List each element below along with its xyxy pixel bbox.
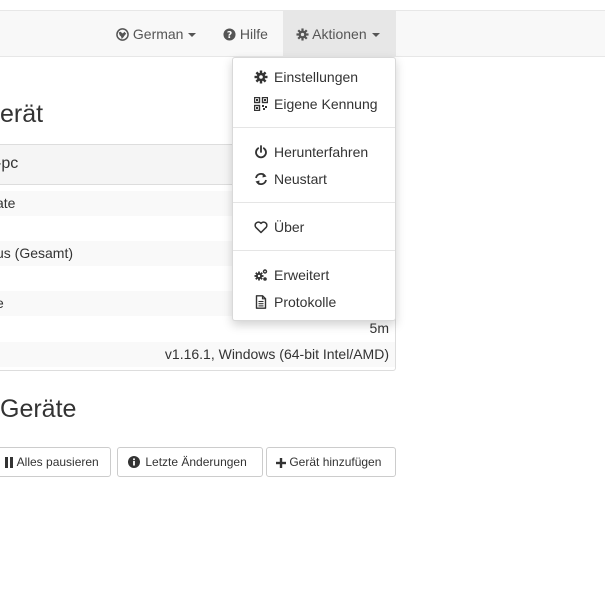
caret-down-icon: [188, 33, 197, 37]
menu-item-label: Neustart: [274, 171, 327, 187]
actions-dropdown[interactable]: Aktionen: [283, 11, 396, 57]
language-dropdown[interactable]: German: [116, 11, 197, 57]
qrcode-icon: [254, 97, 268, 111]
menu-item-own-id[interactable]: Eigene Kennung: [233, 91, 395, 117]
row-value: v1.16.1, Windows (64-bit Intel/AMD): [164, 346, 389, 362]
row-label: us (Gesamt): [0, 245, 74, 261]
recent-changes-label: Letzte Änderungen: [145, 455, 247, 469]
language-label: German: [132, 26, 184, 42]
question-circle-icon: ?: [223, 28, 236, 41]
gear-icon: [296, 28, 309, 41]
help-label: Hilfe: [239, 26, 268, 42]
menu-item-label: Einstellungen: [274, 69, 359, 85]
add-device-label: Gerät hinzufügen: [289, 455, 382, 469]
actions-label: Aktionen: [312, 26, 367, 42]
actions-menu: Einstellungen Eigene Kennung Herunterfah…: [232, 57, 396, 321]
menu-divider: [233, 202, 395, 203]
help-link[interactable]: ? Hilfe: [223, 11, 268, 57]
menu-item-logs[interactable]: Protokolle: [233, 289, 395, 315]
plus-icon: [276, 458, 286, 468]
this-device-heading: erät: [0, 100, 44, 128]
globe-icon: [116, 28, 129, 41]
menu-divider: [233, 250, 395, 251]
menu-item-label: Protokolle: [274, 294, 337, 310]
pause-all-label: Alles pausieren: [16, 455, 99, 469]
gears-icon: [254, 269, 268, 281]
menu-item-settings[interactable]: Einstellungen: [233, 64, 395, 90]
menu-divider: [233, 127, 395, 128]
pause-all-button[interactable]: Alles pausieren: [0, 447, 111, 477]
menu-item-shutdown[interactable]: Herunterfahren: [233, 139, 395, 165]
caret-down-icon: [371, 33, 380, 37]
file-text-icon: [255, 295, 267, 309]
svg-text:?: ?: [227, 30, 232, 41]
row-label: e: [0, 291, 4, 316]
menu-item-label: Über: [274, 219, 305, 235]
menu-item-label: Eigene Kennung: [274, 96, 378, 112]
menu-item-label: Herunterfahren: [274, 144, 369, 160]
table-row: v1.16.1, Windows (64-bit Intel/AMD): [0, 342, 395, 367]
navbar: German ? Hilfe Aktionen: [0, 10, 605, 57]
add-device-button[interactable]: Gerät hinzufügen: [266, 447, 396, 477]
recent-changes-button[interactable]: Letzte Änderungen: [117, 447, 263, 477]
row-label: ate: [0, 195, 16, 211]
device-name-label: -pc: [0, 155, 19, 172]
menu-item-advanced[interactable]: Erweitert: [233, 262, 395, 288]
menu-item-label: Erweitert: [274, 267, 330, 283]
refresh-icon: [255, 173, 267, 185]
gear-icon: [254, 70, 268, 84]
info-circle-icon: [128, 456, 140, 468]
power-icon: [255, 145, 267, 159]
heart-icon: [254, 221, 268, 234]
pause-icon: [5, 457, 13, 468]
menu-item-restart[interactable]: Neustart: [233, 166, 395, 192]
menu-item-about[interactable]: Über: [233, 214, 395, 240]
remote-devices-heading: Geräte: [0, 395, 77, 423]
